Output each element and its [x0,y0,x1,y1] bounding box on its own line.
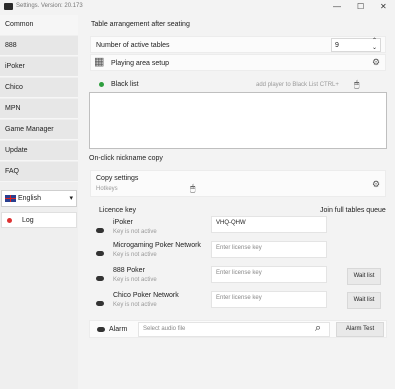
mouse-icon: 🖱 [354,79,360,89]
licence-key-input[interactable]: VHQ-QHW [211,216,327,233]
language-select[interactable]: English ▾ [1,190,77,207]
alarm-toggle[interactable] [97,327,105,332]
wait-list-button[interactable]: Wait list [347,268,381,285]
playing-area-label: Playing area setup [111,60,169,67]
alarm-test-button[interactable]: Alarm Test [336,322,384,337]
hotkeys-label: Hotkeys [96,186,118,192]
search-icon[interactable]: ⌕ [315,322,321,334]
log-toggle-icon [7,218,12,223]
gear-icon[interactable]: ⚙ [372,179,380,190]
grid-icon: ▦ [94,56,105,68]
alarm-label: Alarm [109,326,128,333]
black-list-toggle-icon[interactable] [99,82,104,87]
title-bar: Settings. Version: 20.173 — ☐ ✕ [0,0,395,14]
playing-area-row[interactable]: ▦ Playing area setup ⚙ [90,54,386,71]
licence-key-input[interactable]: Enter license key [211,241,327,258]
nickname-copy-title: On-click nickname copy [89,155,163,162]
licence-name: 888 Poker [113,267,145,274]
licence-status: Key is not active [113,302,157,308]
licence-name: iPoker [113,219,133,226]
chevron-down-icon: ▾ [69,195,73,202]
licence-list: iPoker Key is not active VHQ-QHW Microga… [89,216,387,314]
join-queue-title: Join full tables queue [320,207,386,214]
sidebar-item-common[interactable]: Common [0,15,78,35]
sidebar-item-faq[interactable]: FAQ [0,162,78,182]
black-list-textarea[interactable] [89,92,387,149]
sidebar-item-update[interactable]: Update [0,141,78,161]
log-button[interactable]: Log [1,212,77,228]
mouse-icon: 🖱 [190,183,196,193]
licence-name: Microgaming Poker Network [113,242,201,249]
licence-title: Licence key [99,207,136,214]
sidebar-item-mpn[interactable]: MPN [0,99,78,119]
minimize-button[interactable]: — [333,2,341,11]
active-tables-row: Number of active tables 9 ⌃ ⌄ [90,36,386,53]
wait-list-button[interactable]: Wait list [347,292,381,309]
language-label: English [18,195,41,202]
app-icon [4,3,13,10]
sidebar-item-game-manager[interactable]: Game Manager [0,120,78,140]
active-tables-spinner[interactable]: 9 ⌃ ⌄ [331,38,381,52]
licence-status: Key is not active [113,252,157,258]
licence-status: Key is not active [113,229,157,235]
licence-name: Chico Poker Network [113,292,179,299]
uk-flag-icon [5,195,16,202]
window-title: Settings. Version: 20.173 [16,3,83,9]
gear-icon[interactable]: ⚙ [372,57,380,68]
table-arrangement-title: Table arrangement after seating [91,21,190,28]
active-tables-label: Number of active tables [96,42,170,49]
maximize-button[interactable]: ☐ [357,2,364,11]
sidebar-item-888[interactable]: 888 [0,36,78,56]
licence-toggle[interactable] [96,301,104,306]
sidebar-item-chico[interactable]: Chico [0,78,78,98]
audio-file-input[interactable]: Select audio file [138,322,330,337]
black-list-hint: add player to Black List CTRL+ [256,82,339,88]
licence-toggle[interactable] [96,251,104,256]
licence-key-input[interactable]: Enter license key [211,266,327,283]
copy-settings-row[interactable]: Copy settings Hotkeys 🖱 ⚙ [90,170,386,197]
log-label: Log [22,217,34,224]
licence-toggle[interactable] [96,228,104,233]
licence-toggle[interactable] [96,276,104,281]
sidebar-item-ipoker[interactable]: iPoker [0,57,78,77]
copy-settings-label: Copy settings [96,175,139,182]
close-button[interactable]: ✕ [380,2,387,11]
spinner-arrows-icon[interactable]: ⌃ ⌄ [372,38,377,52]
black-list-label: Black list [111,81,139,88]
alarm-row: Alarm Select audio file ⌕ Alarm Test [89,320,387,338]
active-tables-value: 9 [335,42,339,49]
licence-key-input[interactable]: Enter license key [211,291,327,308]
licence-status: Key is not active [113,277,157,283]
